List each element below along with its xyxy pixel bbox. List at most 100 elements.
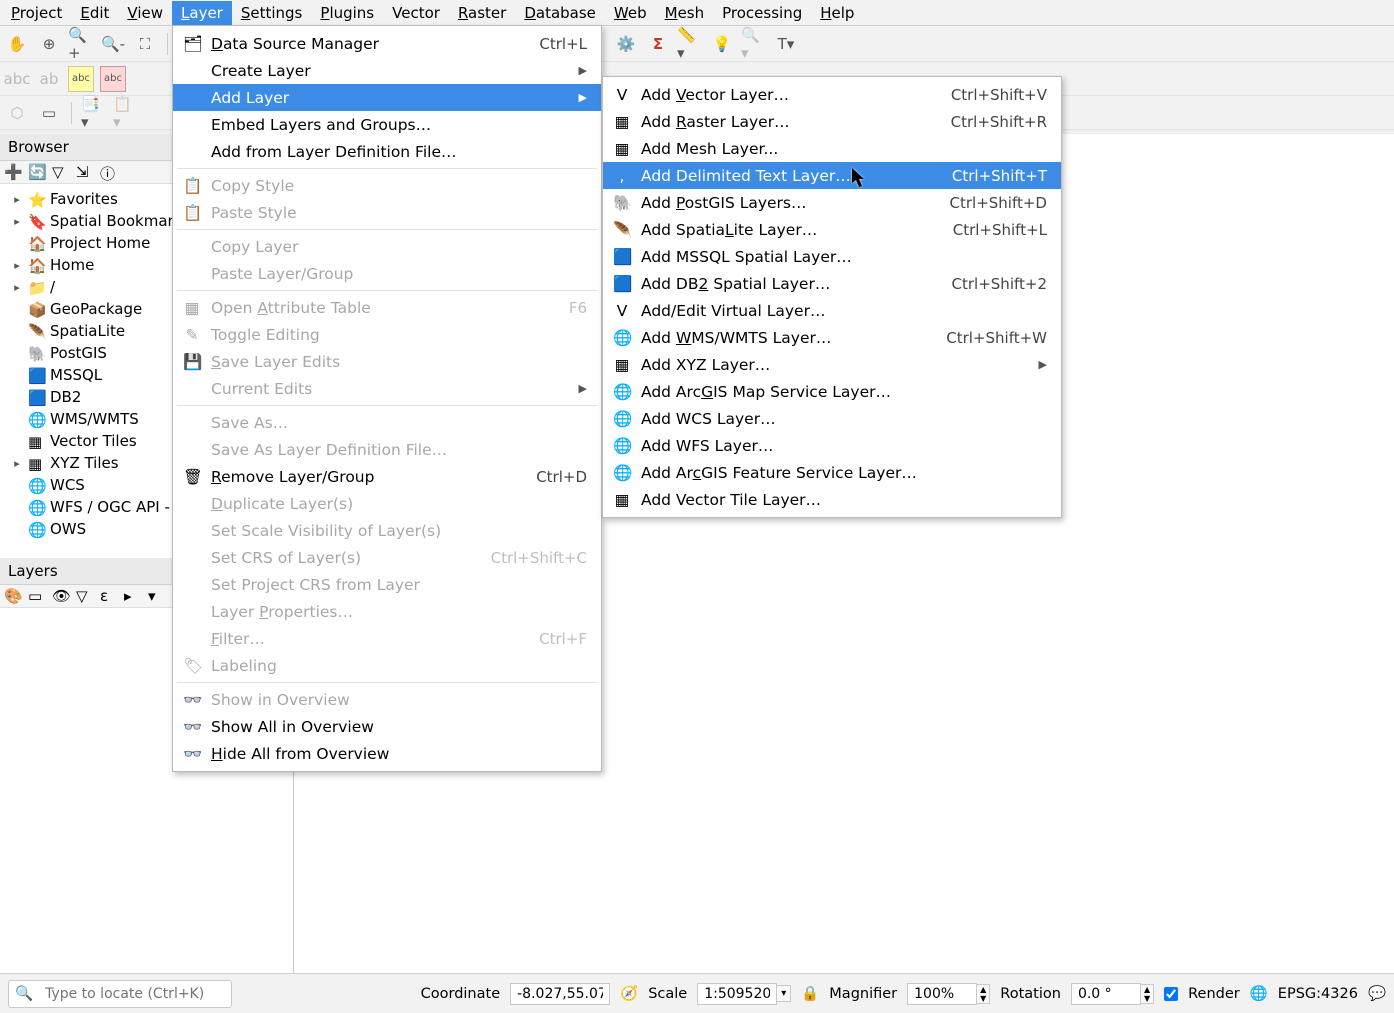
layer-expr-icon[interactable]: ε — [100, 587, 118, 605]
add-layer-add-wms-wmts-layer-[interactable]: 🌐Add WMS/WMTS Layer…Ctrl+Shift+W — [603, 324, 1061, 351]
measure-icon[interactable]: 📏▾ — [677, 31, 703, 57]
menubar[interactable]: ProjectEditViewLayerSettingsPluginsVecto… — [0, 0, 1394, 26]
menu-edit[interactable]: Edit — [71, 1, 118, 25]
menu-item-icon: 🌐 — [613, 410, 631, 428]
add-layer-add-arcgis-map-service-layer-[interactable]: 🌐Add ArcGIS Map Service Layer… — [603, 378, 1061, 405]
menu-settings[interactable]: Settings — [232, 1, 312, 25]
menu-item-label: Copy Layer — [211, 238, 587, 256]
layer-menu-layer-properties-: Layer Properties… — [173, 598, 601, 625]
text-annotation-icon[interactable]: T▾ — [773, 31, 799, 57]
layer-menu-add-from-layer-definition-file-[interactable]: Add from Layer Definition File… — [173, 138, 601, 165]
crs-value[interactable]: EPSG:4326 — [1278, 986, 1358, 1002]
add-layer-add-arcgis-feature-service-layer-[interactable]: 🌐Add ArcGIS Feature Service Layer… — [603, 459, 1061, 486]
layer-menu-embed-layers-and-groups-[interactable]: Embed Layers and Groups… — [173, 111, 601, 138]
menu-layer[interactable]: Layer — [172, 1, 232, 25]
menu-item-label: Current Edits — [211, 380, 569, 398]
processing-icon[interactable]: ⚙️ — [613, 31, 639, 57]
properties-icon[interactable]: ⓘ — [100, 163, 118, 181]
layer-menu-add-layer[interactable]: Add Layer▶ — [173, 84, 601, 111]
locator-input[interactable] — [39, 984, 225, 1004]
add-layer-icon[interactable]: ➕ — [4, 163, 22, 181]
render-checkbox[interactable] — [1164, 987, 1178, 1001]
magnifier-spinner[interactable]: ▲▼ — [977, 984, 990, 1004]
add-layer-add-spatialite-layer-[interactable]: 🪶Add SpatiaLite Layer…Ctrl+Shift+L — [603, 216, 1061, 243]
menu-item-shortcut: Ctrl+Shift+2 — [952, 275, 1047, 293]
add-layer-add-xyz-layer-[interactable]: ▦Add XYZ Layer…▶ — [603, 351, 1061, 378]
tree-label: Spatial Bookmarks — [50, 212, 190, 230]
locator-search[interactable]: 🔍 — [8, 980, 232, 1008]
coordinate-field[interactable] — [510, 983, 610, 1005]
pan-to-selection-icon[interactable]: ⊕ — [36, 31, 62, 57]
layer-menu-dropdown[interactable]: 🗂Data Source ManagerCtrl+LCreate Layer▶A… — [172, 25, 602, 772]
filter-icon[interactable]: ▽ — [52, 163, 70, 181]
layer-visibility-icon[interactable]: 👁 — [52, 587, 70, 605]
rotation-spinner[interactable]: ▲▼ — [1141, 984, 1154, 1004]
menu-processing[interactable]: Processing — [713, 1, 811, 25]
refresh-icon[interactable]: 🔄 — [28, 163, 46, 181]
expand-caret-icon[interactable]: ▸ — [12, 215, 22, 228]
add-layer-add-mesh-layer-[interactable]: ▦Add Mesh Layer... — [603, 135, 1061, 162]
expand-caret-icon[interactable]: ▸ — [12, 193, 22, 206]
layer-menu-remove-layer-group[interactable]: 🗑Remove Layer/GroupCtrl+D — [173, 463, 601, 490]
scale-dropdown-button[interactable]: ▾ — [777, 985, 791, 1002]
layer-add-group-icon[interactable]: ▭ — [28, 587, 46, 605]
layer-menu-create-layer[interactable]: Create Layer▶ — [173, 57, 601, 84]
add-layer-add-mssql-spatial-layer-[interactable]: 🟦Add MSSQL Spatial Layer… — [603, 243, 1061, 270]
add-layer-add-wcs-layer-[interactable]: 🌐 Add WCS Layer… — [603, 405, 1061, 432]
menu-item-label: Save Layer Edits — [211, 353, 587, 371]
zoom-in-icon[interactable]: 🔍+ — [68, 31, 94, 57]
layer-expand-icon[interactable]: ▸ — [124, 587, 142, 605]
messages-icon[interactable]: 💬 — [1368, 985, 1386, 1002]
menu-help[interactable]: Help — [811, 1, 863, 25]
add-layer-add-vector-layer-[interactable]: VAdd Vector Layer…Ctrl+Shift+V — [603, 81, 1061, 108]
layer-menu-show-all-in-overview[interactable]: 👓Show All in Overview — [173, 713, 601, 740]
copy-features-icon[interactable]: 📑▾ — [81, 100, 107, 126]
layer-filter-icon[interactable]: ▽ — [76, 587, 94, 605]
add-layer-add-vector-tile-layer-[interactable]: ▦Add Vector Tile Layer… — [603, 486, 1061, 513]
add-layer-add-postgis-layers-[interactable]: 🐘Add PostGIS Layers…Ctrl+Shift+D — [603, 189, 1061, 216]
menu-item-label: Add WMS/WMTS Layer… — [641, 329, 906, 347]
add-layer-add-delimited-text-layer-[interactable]: ,Add Delimited Text Layer…Ctrl+Shift+T — [603, 162, 1061, 189]
zoom-out-icon[interactable]: 🔍- — [100, 31, 126, 57]
scale-field[interactable] — [697, 983, 777, 1005]
add-layer-add-raster-layer-[interactable]: ▦Add Raster Layer…Ctrl+Shift+R — [603, 108, 1061, 135]
magnifier-field[interactable] — [907, 983, 977, 1005]
add-layer-add-edit-virtual-layer-[interactable]: VAdd/Edit Virtual Layer… — [603, 297, 1061, 324]
new-layer-icon[interactable]: ▭ — [36, 100, 62, 126]
label-rect-r-icon[interactable]: abc — [100, 66, 126, 92]
menu-plugins[interactable]: Plugins — [311, 1, 383, 25]
add-layer-submenu[interactable]: VAdd Vector Layer…Ctrl+Shift+V▦Add Raste… — [602, 76, 1062, 518]
expand-caret-icon[interactable]: ▸ — [12, 457, 22, 470]
menu-item-label: Add MSSQL Spatial Layer… — [641, 248, 1047, 266]
menu-web[interactable]: Web — [605, 1, 656, 25]
layer-menu-data-source-manager[interactable]: 🗂Data Source ManagerCtrl+L — [173, 30, 601, 57]
menu-item-label: Add WCS Layer… — [641, 410, 1047, 428]
sigma-icon[interactable]: Σ — [645, 31, 671, 57]
pan-icon[interactable]: ✋ — [4, 31, 30, 57]
snapping-icon[interactable]: ⬡ — [4, 100, 30, 126]
coordinate-toggle-icon[interactable]: 🧭 — [620, 985, 638, 1002]
tree-label: WCS — [50, 476, 85, 494]
lock-icon[interactable]: 🔒 — [801, 985, 819, 1002]
menu-project[interactable]: Project — [2, 1, 71, 25]
menu-vector[interactable]: Vector — [383, 1, 449, 25]
tips-icon[interactable]: 💡 — [709, 31, 735, 57]
menu-raster[interactable]: Raster — [449, 1, 515, 25]
layer-collapse-icon[interactable]: ▾ — [148, 587, 166, 605]
rotation-field[interactable] — [1071, 983, 1141, 1005]
expand-caret-icon[interactable]: ▸ — [12, 281, 22, 294]
label-rect-y-icon[interactable]: abc — [68, 66, 94, 92]
menu-database[interactable]: Database — [515, 1, 605, 25]
layer-style-icon[interactable]: 🎨 — [4, 587, 22, 605]
add-layer-add-wfs-layer-[interactable]: 🌐Add WFS Layer… — [603, 432, 1061, 459]
expand-caret-icon[interactable]: ▸ — [12, 259, 22, 272]
crs-icon[interactable]: 🌐 — [1250, 985, 1268, 1002]
search-dropdown-icon[interactable]: 🔍▾ — [741, 31, 767, 57]
paste-features-icon[interactable]: 📋▾ — [113, 100, 139, 126]
menu-mesh[interactable]: Mesh — [656, 1, 714, 25]
menu-view[interactable]: View — [118, 1, 172, 25]
layer-menu-hide-all-from-overview[interactable]: 👓Hide All from Overview — [173, 740, 601, 767]
collapse-icon[interactable]: ⇲ — [76, 163, 94, 181]
add-layer-add-db2-spatial-layer-[interactable]: 🟦Add DB2 Spatial Layer…Ctrl+Shift+2 — [603, 270, 1061, 297]
zoom-full-icon[interactable]: ⛶ — [132, 31, 158, 57]
